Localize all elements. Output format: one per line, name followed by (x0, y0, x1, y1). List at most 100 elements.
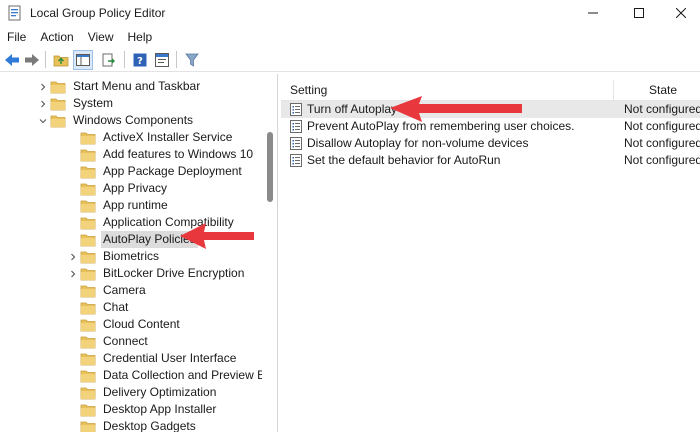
policy-setting-name: Turn off Autoplay (307, 102, 398, 116)
policy-setting-name: Prevent AutoPlay from remembering user c… (307, 119, 575, 133)
column-header-state[interactable]: State (649, 83, 677, 97)
tree-item-label: Desktop Gadgets (103, 419, 196, 432)
tree-item[interactable]: Biometrics (66, 248, 161, 265)
tree-item-label: AutoPlay Policies (101, 231, 198, 248)
toolbar-separator (45, 51, 46, 68)
policy-setting-row[interactable]: Turn off Autoplay Not configured (281, 101, 700, 118)
close-button[interactable] (662, 0, 700, 26)
back-button[interactable] (2, 50, 22, 70)
tree-item[interactable]: Windows Components (36, 112, 195, 129)
title-bar: Local Group Policy Editor (0, 0, 700, 26)
help-button[interactable]: ? (130, 50, 150, 70)
tree-item[interactable]: ActiveX Installer Service (66, 129, 234, 146)
folder-icon (80, 149, 96, 161)
minimize-icon (588, 12, 598, 14)
tree-scroll-thumb[interactable] (267, 132, 273, 202)
export-list-icon (102, 53, 115, 67)
policy-setting-name: Set the default behavior for AutoRun (307, 153, 501, 167)
tree-item[interactable]: Desktop Gadgets (66, 418, 198, 432)
folder-icon (80, 421, 96, 432)
tree-item[interactable]: App Package Deployment (66, 163, 244, 180)
policy-setting-row[interactable]: Prevent AutoPlay from remembering user c… (281, 118, 700, 135)
column-divider[interactable] (613, 80, 614, 100)
tree-item[interactable]: Desktop App Installer (66, 401, 218, 418)
policy-setting-icon (290, 154, 302, 167)
tree-item[interactable]: Delivery Optimization (66, 384, 218, 401)
folder-icon (80, 302, 96, 314)
chevron-down-icon[interactable] (36, 112, 50, 129)
tree-item-label: Desktop App Installer (103, 402, 217, 416)
policy-setting-row[interactable]: Set the default behavior for AutoRun Not … (281, 152, 700, 169)
chevron-right-icon[interactable] (36, 95, 50, 112)
policy-setting-state: Not configured (624, 102, 700, 116)
show-hide-tree-icon (76, 54, 90, 66)
folder-icon (80, 370, 96, 382)
policy-setting-icon (290, 137, 302, 150)
tree-item[interactable]: AutoPlay Policies (66, 231, 198, 248)
tree-item-label: Application Compatibility (103, 215, 234, 229)
policy-setting-name: Disallow Autoplay for non-volume devices (307, 136, 529, 150)
forward-button[interactable] (22, 50, 42, 70)
up-one-level-button[interactable] (51, 50, 71, 70)
list-header: Setting State (281, 80, 700, 101)
column-header-setting[interactable]: Setting (290, 83, 327, 97)
minimize-button[interactable] (570, 0, 616, 26)
chevron-right-icon[interactable] (66, 248, 80, 265)
properties-icon (155, 53, 169, 67)
properties-button[interactable] (152, 50, 172, 70)
menu-file[interactable]: File (0, 26, 33, 48)
tree-item-label: Data Collection and Preview Builds (103, 368, 278, 382)
tree-item[interactable]: App runtime (66, 197, 170, 214)
folder-icon (80, 336, 96, 348)
policy-setting-icon (290, 103, 302, 116)
tree-item-label: Windows Components (73, 113, 194, 127)
tree-item[interactable]: System (36, 95, 115, 112)
console-tree[interactable]: Start Menu and Taskbar System Windows Comp… (0, 74, 278, 432)
menu-action[interactable]: Action (33, 26, 80, 48)
folder-icon (80, 166, 96, 178)
tree-scrollbar[interactable] (262, 74, 277, 432)
toolbar-separator (176, 51, 177, 68)
window-title: Local Group Policy Editor (30, 6, 166, 20)
filter-options-button[interactable] (182, 50, 202, 70)
folder-icon (80, 251, 96, 263)
tree-item[interactable]: Connect (66, 333, 150, 350)
tree-item[interactable]: Credential User Interface (66, 350, 238, 367)
chevron-right-icon[interactable] (36, 78, 50, 95)
tree-item-label: Start Menu and Taskbar (73, 79, 201, 93)
maximize-button[interactable] (616, 0, 662, 26)
policy-setting-row[interactable]: Disallow Autoplay for non-volume devices… (281, 135, 700, 152)
folder-icon (80, 234, 96, 246)
tree-item[interactable]: Cloud Content (66, 316, 182, 333)
tree-item[interactable]: Chat (66, 299, 130, 316)
folder-icon (80, 387, 96, 399)
policy-setting-state: Not configured (624, 119, 700, 133)
folder-icon (80, 319, 96, 331)
show-hide-console-tree-button[interactable] (73, 50, 93, 70)
toolbar: ? (0, 48, 700, 72)
tree-item[interactable]: Application Compatibility (66, 214, 236, 231)
tree-item[interactable]: Camera (66, 282, 148, 299)
tree-item-label: Chat (103, 300, 129, 314)
menu-help[interactable]: Help (121, 26, 160, 48)
export-list-button[interactable] (99, 50, 119, 70)
policy-setting-icon (290, 120, 302, 133)
chevron-right-icon[interactable] (66, 265, 80, 282)
policy-setting-state: Not configured (624, 136, 700, 150)
tree-item[interactable]: BitLocker Drive Encryption (66, 265, 246, 282)
up-folder-icon (53, 55, 69, 67)
tree-item[interactable]: Add features to Windows 10 (66, 146, 255, 163)
tree-item[interactable]: Start Menu and Taskbar (36, 78, 202, 95)
tree-item[interactable]: Data Collection and Preview Builds (66, 367, 278, 384)
menu-view[interactable]: View (81, 26, 121, 48)
tree-item[interactable]: App Privacy (66, 180, 169, 197)
folder-icon (50, 115, 66, 127)
